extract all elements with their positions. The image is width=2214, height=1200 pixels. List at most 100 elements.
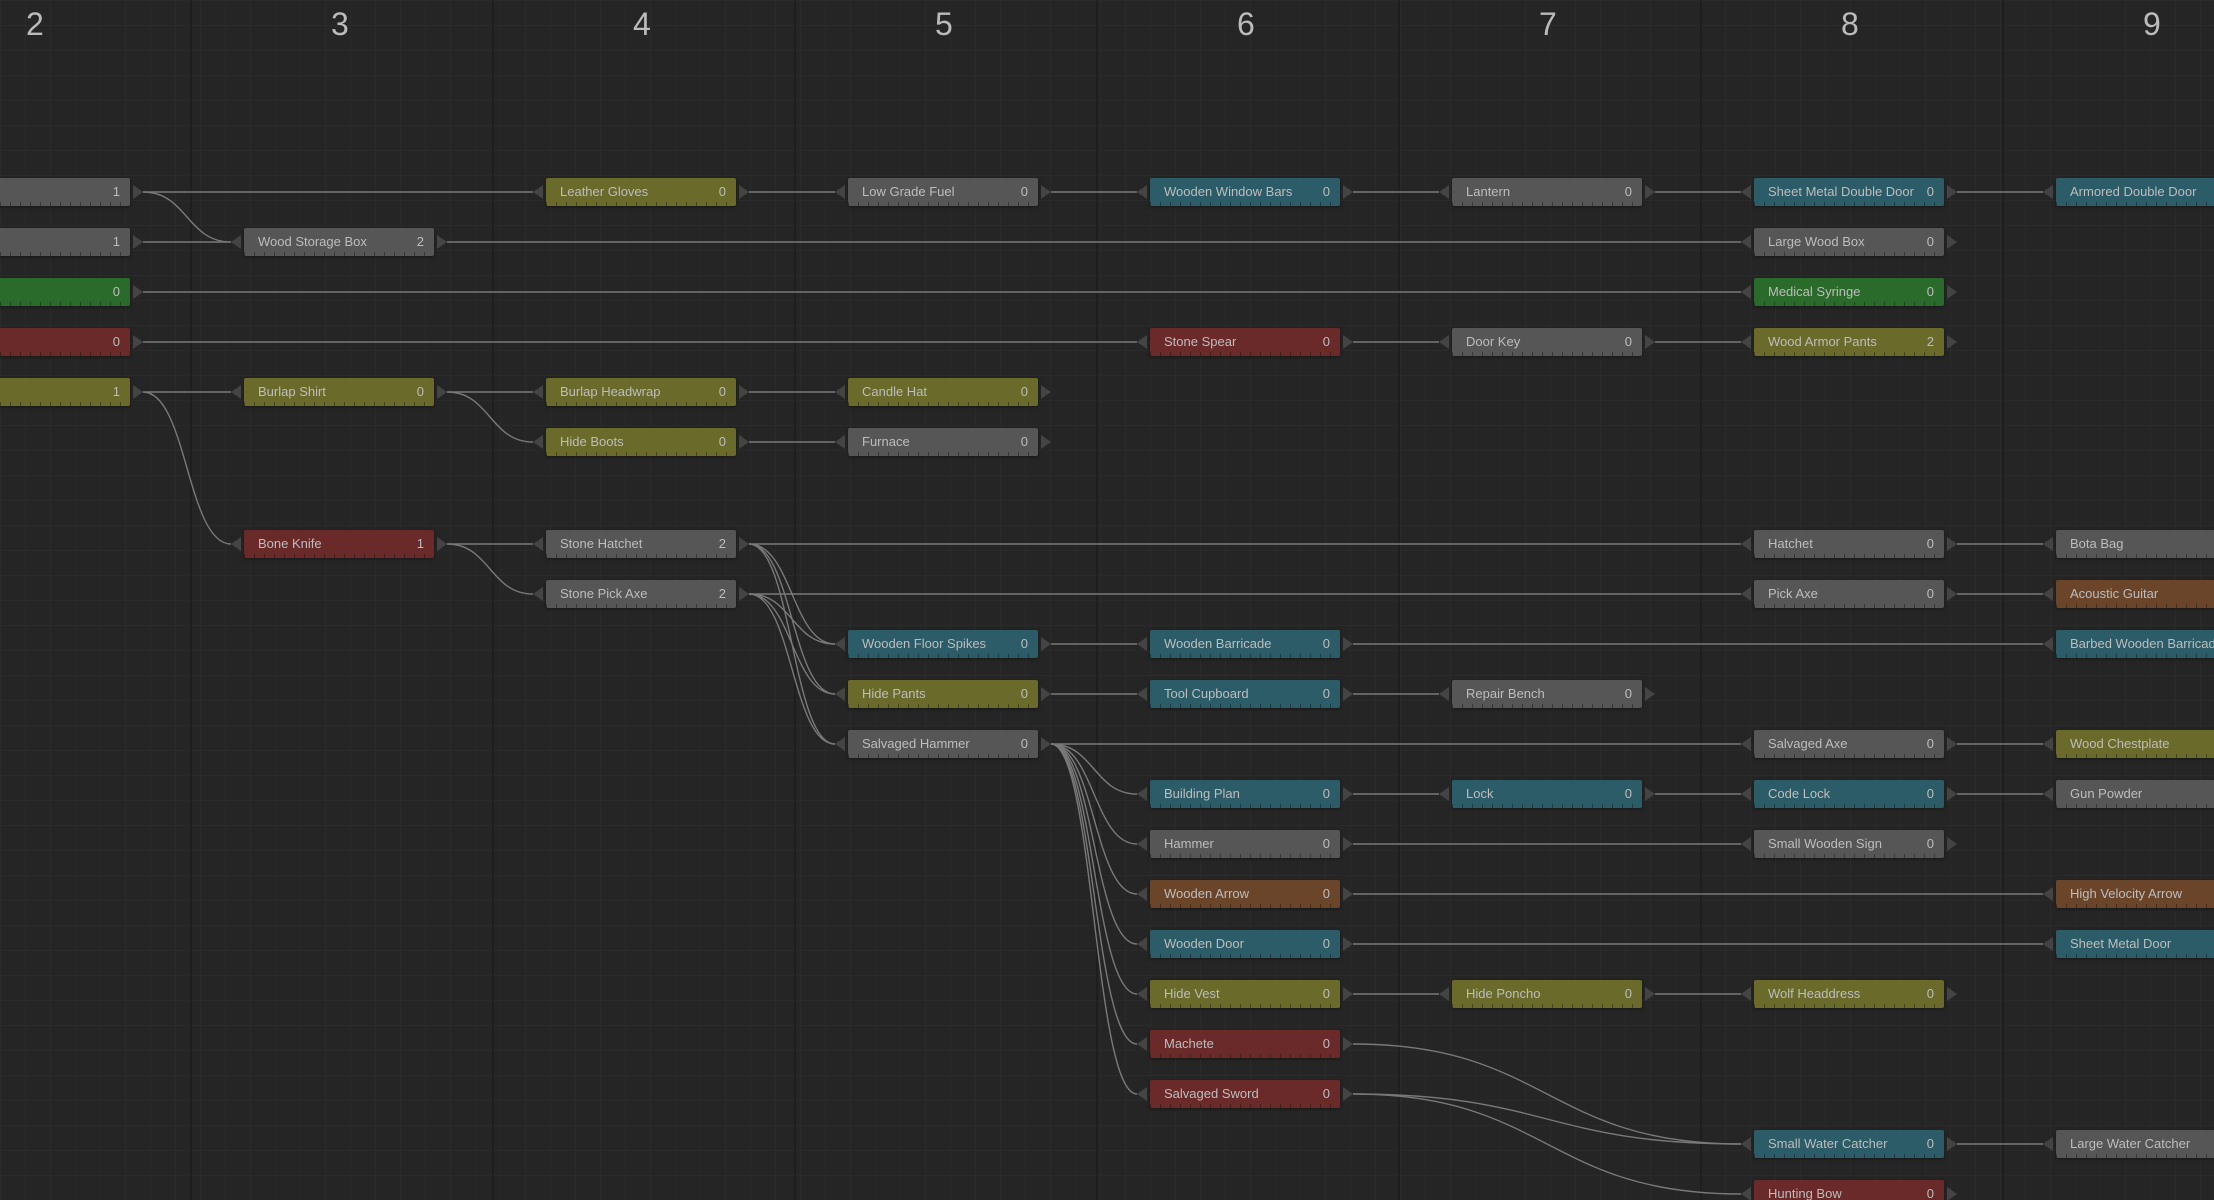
tech-node[interactable]: Wood Armor Pants2 [1754, 328, 1944, 356]
tech-node[interactable]: Medical Syringe0 [1754, 278, 1944, 306]
tech-node[interactable]: Hatchet0 [1754, 530, 1944, 558]
tech-node[interactable]: ap1 [0, 178, 130, 206]
tech-node[interactable]: Wooden Arrow0 [1150, 880, 1340, 908]
tech-node[interactable]: Machete0 [1150, 1030, 1340, 1058]
edge [1051, 744, 1137, 844]
tech-node[interactable]: Salvaged Hammer0 [848, 730, 1038, 758]
tech-node[interactable]: tash1 [0, 228, 130, 256]
tech-node[interactable]: Pick Axe0 [1754, 580, 1944, 608]
node-ticks [1754, 554, 1944, 558]
tech-node[interactable]: Barbed Wooden Barricade [2056, 630, 2214, 658]
output-port-icon [739, 435, 749, 449]
tech-node[interactable]: rousers1 [0, 378, 130, 406]
tech-node[interactable]: Salvaged Sword0 [1150, 1080, 1340, 1108]
tech-node[interactable]: Armored Double Door [2056, 178, 2214, 206]
input-port-icon [533, 385, 543, 399]
node-ticks [1452, 202, 1642, 206]
tech-node[interactable]: Wooden Window Bars0 [1150, 178, 1340, 206]
tech-node[interactable]: High Velocity Arrow [2056, 880, 2214, 908]
edge [1051, 744, 1137, 894]
node-ticks [244, 252, 434, 256]
tech-node[interactable]: Wolf Headdress0 [1754, 980, 1944, 1008]
column-number: 7 [1539, 6, 1557, 43]
input-port-icon [1741, 537, 1751, 551]
input-port-icon [2043, 537, 2053, 551]
column-number: 5 [935, 6, 953, 43]
tech-node[interactable]: Bota Bag [2056, 530, 2214, 558]
node-ticks [1754, 604, 1944, 608]
tech-node[interactable]: Salvaged Axe0 [1754, 730, 1944, 758]
input-port-icon [1439, 787, 1449, 801]
node-ticks [2056, 804, 2214, 808]
node-ticks [1754, 352, 1944, 356]
tech-node[interactable]: Spear0 [0, 328, 130, 356]
output-port-icon [739, 185, 749, 199]
tech-node[interactable]: Leather Gloves0 [546, 178, 736, 206]
tech-node[interactable]: Lock0 [1452, 780, 1642, 808]
tech-node[interactable]: Low Grade Fuel0 [848, 178, 1038, 206]
output-port-icon [1947, 285, 1957, 299]
tech-node[interactable]: Small Water Catcher0 [1754, 1130, 1944, 1158]
tech-node[interactable]: Hammer0 [1150, 830, 1340, 858]
tech-node[interactable]: Lantern0 [1452, 178, 1642, 206]
node-ticks [1754, 754, 1944, 758]
tech-node[interactable]: Wooden Barricade0 [1150, 630, 1340, 658]
output-port-icon [1343, 1087, 1353, 1101]
output-port-icon [1041, 435, 1051, 449]
tech-node[interactable]: Door Key0 [1452, 328, 1642, 356]
tech-node[interactable]: Wooden Floor Spikes0 [848, 630, 1038, 658]
output-port-icon [1947, 737, 1957, 751]
tech-node[interactable]: Repair Bench0 [1452, 680, 1642, 708]
tech-node[interactable]: Stone Hatchet2 [546, 530, 736, 558]
tech-node[interactable]: Large Water Catcher [2056, 1130, 2214, 1158]
edge [749, 544, 835, 644]
output-port-icon [1343, 185, 1353, 199]
input-port-icon [835, 737, 845, 751]
tech-node[interactable]: Hide Vest0 [1150, 980, 1340, 1008]
tech-node[interactable]: Burlap Headwrap0 [546, 378, 736, 406]
input-port-icon [1741, 1137, 1751, 1151]
input-port-icon [835, 435, 845, 449]
tech-tree-canvas[interactable]: 23456789 ap1tash10Spear0rousers1Wood Sto… [0, 0, 2214, 1200]
tech-node[interactable]: Tool Cupboard0 [1150, 680, 1340, 708]
column-divider [190, 0, 192, 1200]
tech-node[interactable]: Wood Storage Box2 [244, 228, 434, 256]
tech-node[interactable]: Hide Boots0 [546, 428, 736, 456]
input-port-icon [835, 687, 845, 701]
input-port-icon [1137, 335, 1147, 349]
tech-node[interactable]: Hide Poncho0 [1452, 980, 1642, 1008]
tech-node[interactable]: Sheet Metal Double Door0 [1754, 178, 1944, 206]
input-port-icon [835, 185, 845, 199]
tech-node[interactable]: Stone Pick Axe2 [546, 580, 736, 608]
tech-node[interactable]: 0 [0, 278, 130, 306]
output-port-icon [133, 185, 143, 199]
tech-node[interactable]: Building Plan0 [1150, 780, 1340, 808]
tech-node[interactable]: Hide Pants0 [848, 680, 1038, 708]
node-ticks [0, 202, 130, 206]
output-port-icon [1645, 335, 1655, 349]
tech-node[interactable]: Hunting Bow0 [1754, 1180, 1944, 1200]
output-port-icon [739, 587, 749, 601]
output-port-icon [1645, 185, 1655, 199]
tech-node[interactable]: Small Wooden Sign0 [1754, 830, 1944, 858]
tech-node[interactable]: Stone Spear0 [1150, 328, 1340, 356]
tech-node[interactable]: Wood Chestplate [2056, 730, 2214, 758]
tech-node[interactable]: Wooden Door0 [1150, 930, 1340, 958]
input-port-icon [1439, 335, 1449, 349]
tech-node[interactable]: Candle Hat0 [848, 378, 1038, 406]
input-port-icon [835, 637, 845, 651]
node-ticks [0, 302, 130, 306]
tech-node[interactable]: Burlap Shirt0 [244, 378, 434, 406]
input-port-icon [1137, 1087, 1147, 1101]
tech-node[interactable]: Large Wood Box0 [1754, 228, 1944, 256]
edge [1353, 1094, 1741, 1194]
tech-node[interactable]: Gun Powder [2056, 780, 2214, 808]
tech-node[interactable]: Furnace0 [848, 428, 1038, 456]
output-port-icon [1645, 687, 1655, 701]
node-ticks [1452, 804, 1642, 808]
tech-node[interactable]: Code Lock0 [1754, 780, 1944, 808]
node-ticks [546, 554, 736, 558]
tech-node[interactable]: Bone Knife1 [244, 530, 434, 558]
tech-node[interactable]: Sheet Metal Door [2056, 930, 2214, 958]
tech-node[interactable]: Acoustic Guitar [2056, 580, 2214, 608]
